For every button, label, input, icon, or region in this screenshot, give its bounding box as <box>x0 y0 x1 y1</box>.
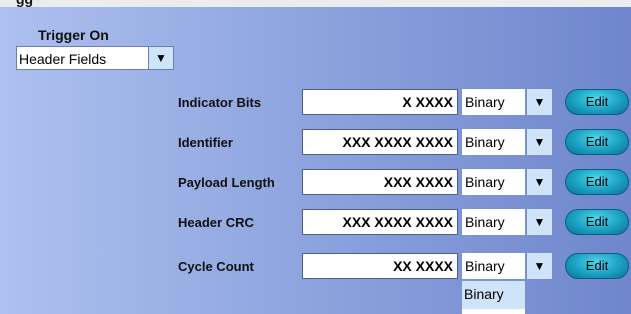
edit-button[interactable]: Edit <box>565 169 629 195</box>
field-value-input[interactable]: XXX XXXX XXXX <box>302 129 458 155</box>
field-row-cycle-count: Cycle Count XX XXXX Binary ▼ Edit <box>0 251 631 281</box>
edit-button[interactable]: Edit <box>565 89 629 115</box>
format-select[interactable]: Binary ▼ <box>462 89 552 115</box>
field-row-header-crc: Header CRC XXX XXXX XXXX Binary ▼ Edit <box>0 207 631 237</box>
field-label: Header CRC <box>178 215 254 230</box>
trigger-on-select[interactable]: Header Fields ▼ <box>16 46 174 70</box>
chevron-down-icon[interactable]: ▼ <box>527 129 552 155</box>
chevron-down-icon[interactable]: ▼ <box>527 209 552 235</box>
field-value-input[interactable]: X XXXX <box>302 89 458 115</box>
format-dropdown-list: Binary <box>462 281 525 314</box>
field-label: Cycle Count <box>178 259 254 274</box>
chevron-down-icon[interactable]: ▼ <box>527 89 552 115</box>
format-value: Binary <box>462 89 525 115</box>
field-value-input[interactable]: XXX XXXX XXXX <box>302 209 458 235</box>
edit-button[interactable]: Edit <box>565 209 629 235</box>
format-select[interactable]: Binary ▼ <box>462 209 552 235</box>
format-value: Binary <box>462 253 525 279</box>
chevron-down-icon[interactable]: ▼ <box>148 47 173 69</box>
field-label: Identifier <box>178 135 233 150</box>
dropdown-option-binary[interactable]: Binary <box>462 281 525 307</box>
format-value: Binary <box>462 129 525 155</box>
dropdown-next-option[interactable] <box>462 309 525 314</box>
format-select[interactable]: Binary ▼ <box>462 169 552 195</box>
field-label: Indicator Bits <box>178 95 262 110</box>
field-row-payload-length: Payload Length XXX XXXX Binary ▼ Edit <box>0 167 631 197</box>
field-label: Payload Length <box>178 175 275 190</box>
field-value-input[interactable]: XX XXXX <box>302 253 458 279</box>
format-value: Binary <box>462 209 525 235</box>
field-row-indicator-bits: Indicator Bits X XXXX Binary ▼ Edit <box>0 87 631 117</box>
trigger-on-value: Header Fields <box>19 51 107 67</box>
format-value: Binary <box>462 169 525 195</box>
chevron-down-icon[interactable]: ▼ <box>527 253 552 279</box>
field-row-identifier: Identifier XXX XXXX XXXX Binary ▼ Edit <box>0 127 631 157</box>
chevron-down-icon[interactable]: ▼ <box>527 169 552 195</box>
format-select[interactable]: Binary ▼ <box>462 129 552 155</box>
field-value-input[interactable]: XXX XXXX <box>302 169 458 195</box>
format-select[interactable]: Binary ▼ <box>462 253 552 279</box>
top-strip: gg <box>0 0 631 7</box>
edit-button[interactable]: Edit <box>565 129 629 155</box>
trigger-on-label: Trigger On <box>38 27 109 43</box>
clipped-heading: gg <box>16 0 33 7</box>
edit-button[interactable]: Edit <box>565 253 629 279</box>
